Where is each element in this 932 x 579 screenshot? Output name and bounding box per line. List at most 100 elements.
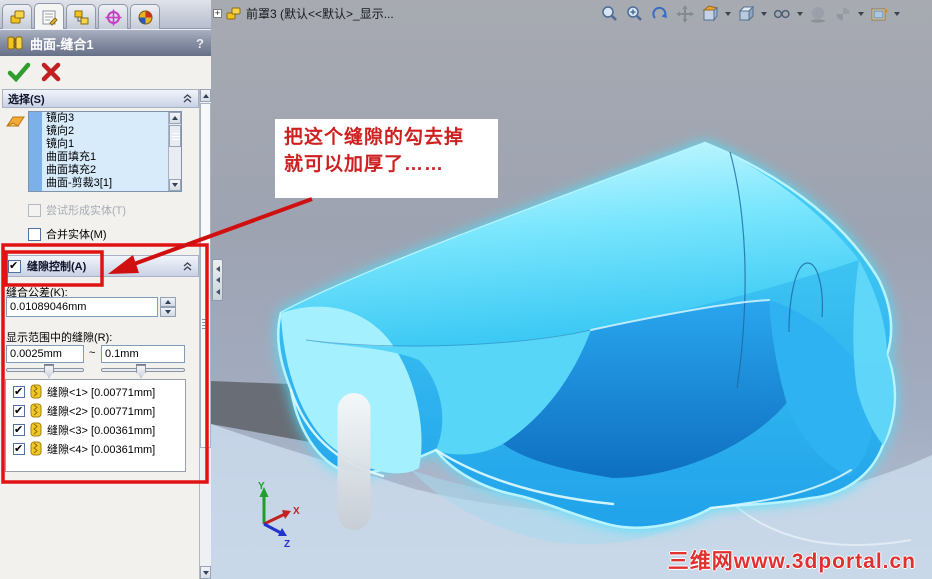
gap-control-header-label: 缝隙控制(A) [27,261,87,273]
merge-entities-label: 合并实体(M) [46,229,107,241]
gap-row[interactable]: 缝隙<2> [0.00771mm] [6,401,185,420]
selection-section-header[interactable]: 选择(S) [2,89,199,108]
model-3d-hood[interactable] [277,141,897,529]
listbox-scrollbar[interactable] [168,112,181,191]
view-orientation-button[interactable] [735,3,757,25]
dropdown-arrow-icon[interactable] [797,12,803,16]
annotation-note: 把这个缝隙的勾去掉 就可以加厚了…… [275,119,498,198]
display-style-button[interactable] [771,3,793,25]
show-gaps-range-label: 显示范围中的缝隙(R): [6,332,113,344]
list-item[interactable]: 曲面-剪裁3[1] [29,177,181,190]
propertymanager-icon [42,10,58,26]
tab-displaymanager[interactable] [130,4,160,29]
zoom-to-area-button[interactable] [624,3,646,25]
gap-checkbox[interactable] [13,404,25,417]
panel-title: 曲面-缝合1 [30,36,94,52]
scroll-up-button[interactable] [200,89,211,102]
range-max-input[interactable] [101,345,185,363]
collapse-chevron-icon[interactable] [182,261,193,271]
view-orientation-icon [738,5,755,22]
gap-label: 缝隙<3> [0.00361mm] [47,424,156,437]
tab-dimxpertmanager[interactable] [98,4,128,29]
gap-checkbox[interactable] [13,385,25,398]
list-item[interactable]: 镜向2 [29,125,181,138]
collapse-chevron-icon[interactable] [182,94,193,103]
range-min-slider-thumb[interactable] [44,364,54,378]
display-style-icon [773,9,790,19]
gap-control-checkbox[interactable] [8,259,21,273]
range-min-input[interactable] [6,345,84,363]
view-toolbar [599,3,901,25]
gap-row[interactable]: 缝隙<3> [0.00361mm] [6,420,185,439]
dropdown-arrow-icon[interactable] [894,12,900,16]
shadows-icon [811,7,825,23]
dropdown-arrow-icon[interactable] [858,12,864,16]
section-view-button[interactable] [699,3,721,25]
knitting-tolerance-input[interactable] [6,297,158,317]
gap-icon [30,441,42,456]
model-3d-scene[interactable]: Y X Z [211,0,932,579]
scroll-up-button[interactable] [169,112,181,124]
rotate-view-button[interactable] [649,3,671,25]
ok-button[interactable] [6,60,32,84]
gap-icon [30,403,42,418]
part-icon [226,7,241,19]
surface-knit-icon [7,36,23,50]
list-item[interactable]: 曲面填充2 [29,164,181,177]
surfaces-selection-icon [6,116,25,127]
apply-scene-icon [871,8,888,21]
graphics-viewport[interactable]: Y X Z + 前罩3 (默认<<默认>_显示... 三维网www.3dport… [211,0,932,579]
appearances-button[interactable] [832,3,854,25]
dropdown-arrow-icon[interactable] [725,12,731,16]
selection-listbox[interactable]: 镜向3 镜向2 镜向1 曲面填充1 曲面填充2 曲面-剪裁3[1] [28,111,182,192]
tolerance-spinner [160,297,177,317]
gap-control-section-header[interactable]: 缝隙控制(A) [2,255,199,277]
pan-button[interactable] [674,3,696,25]
scroll-down-button[interactable] [169,179,181,191]
scrollbar-thumb[interactable] [200,103,211,448]
gap-row[interactable]: 缝隙<4> [0.00361mm] [6,439,185,458]
solidworks-window: 曲面-缝合1 ? 选择(S) 镜向3 镜向2 镜向1 曲面填充1 曲面填充2 曲… [0,0,932,579]
gap-row[interactable]: 缝隙<1> [0.00771mm] [6,382,185,401]
list-item[interactable]: 镜向3 [29,112,181,125]
range-max-slider-thumb[interactable] [136,364,146,378]
zoom-to-fit-button[interactable] [599,3,621,25]
gap-list: 缝隙<1> [0.00771mm] 缝隙<2> [0.00771mm] 缝隙<3… [5,379,186,472]
zoom-to-fit-icon [602,6,617,21]
merge-entities-checkbox[interactable] [28,227,41,241]
tab-configurationmanager[interactable] [66,4,96,29]
gap-checkbox[interactable] [13,442,25,455]
dropdown-arrow-icon[interactable] [761,12,767,16]
list-item[interactable]: 曲面填充1 [29,151,181,164]
scrollbar-thumb[interactable] [169,125,181,147]
spinner-down-button[interactable] [160,307,176,317]
gap-checkbox[interactable] [13,423,25,436]
gap-label: 缝隙<4> [0.00361mm] [47,443,156,456]
rotate-view-icon [652,6,667,19]
feature-tree-header[interactable]: + 前罩3 (默认<<默认>_显示... [213,5,394,22]
cancel-button[interactable] [38,60,64,84]
property-manager-panel: 曲面-缝合1 ? 选择(S) 镜向3 镜向2 镜向1 曲面填充1 曲面填充2 曲… [0,0,211,579]
tree-label[interactable]: 前罩3 (默认<<默认>_显示... [246,5,394,22]
apply-scene-button[interactable] [868,3,890,25]
tab-propertymanager[interactable] [34,3,64,30]
featuremanager-tree-icon [10,10,24,23]
watermark: 三维网www.3dportal.cn [667,550,916,573]
help-button[interactable]: ? [196,36,204,51]
spinner-up-button[interactable] [160,297,176,307]
triad-x-label: X [293,506,300,517]
slot-cutout [337,393,371,530]
try-form-solid-label: 尝试形成实体(T) [46,205,127,217]
tree-expand-box[interactable]: + [213,9,222,18]
list-item[interactable]: 镜向1 [29,138,181,151]
tab-featuremanager[interactable] [2,4,32,29]
flyout-tree-handle[interactable] [212,259,223,301]
shadows-button[interactable] [807,3,829,25]
merge-entities-option[interactable]: 合并实体(M) [28,226,107,242]
panel-scrollbar[interactable] [199,89,211,579]
appearances-icon [836,7,850,21]
scroll-down-button[interactable] [200,566,211,579]
section-view-icon [702,5,719,22]
gap-label: 缝隙<1> [0.00771mm] [47,386,156,399]
dimxpertmanager-icon [105,9,121,25]
